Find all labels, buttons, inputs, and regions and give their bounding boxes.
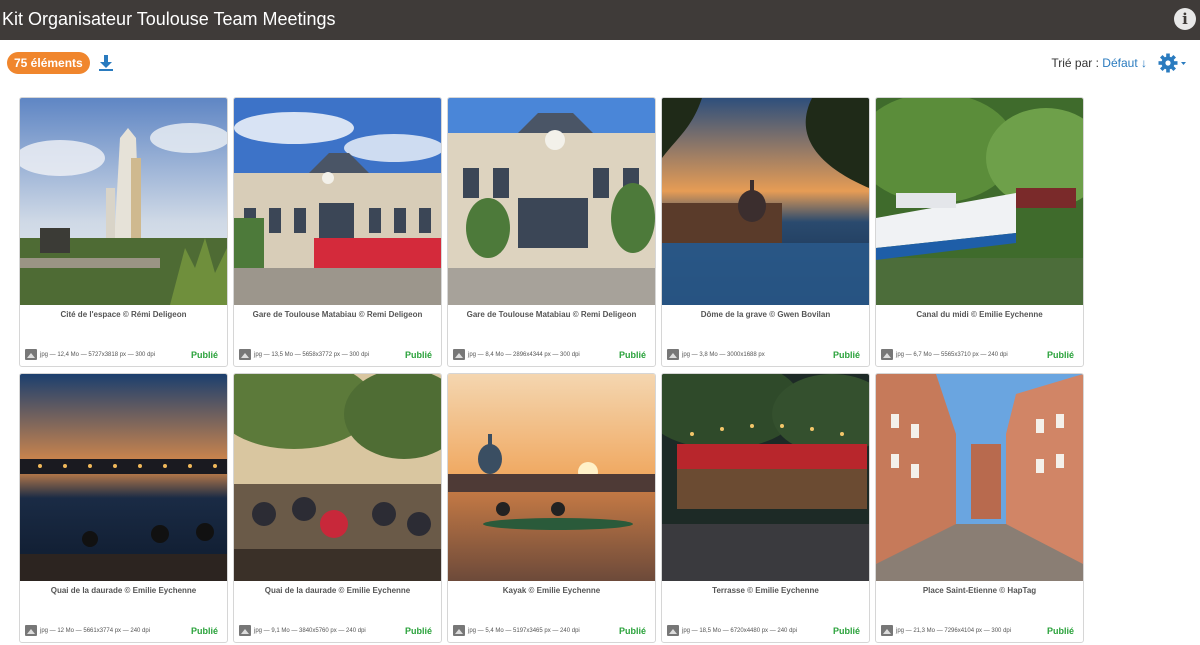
- card-caption: Place Saint-Etienne © HapTag: [922, 586, 1037, 595]
- card-meta: jpg — 12 Mo — 5661x3774 px — 240 dpi: [40, 628, 151, 634]
- status-badge: Publié: [832, 350, 860, 360]
- card-meta: jpg — 9,1 Mo — 3840x5760 px — 240 dpi: [254, 628, 366, 634]
- info-icon[interactable]: i: [1174, 8, 1196, 30]
- card-meta: jpg — 8,4 Mo — 2896x4344 px — 300 dpi: [468, 352, 580, 358]
- media-grid: Cité de l'espace © Rémi Deligeon jpg — 1…: [19, 97, 1089, 645]
- photo-thumbnail[interactable]: [20, 98, 227, 305]
- photo-thumbnail[interactable]: [662, 98, 869, 305]
- card-caption: Gare de Toulouse Matabiau © Remi Deligeo…: [466, 310, 637, 319]
- photo-thumbnail[interactable]: [876, 374, 1083, 581]
- card-meta: jpg — 13,5 Mo — 5658x3772 px — 300 dpi: [254, 352, 370, 358]
- status-badge: Publié: [190, 626, 218, 636]
- image-icon: [25, 625, 37, 636]
- media-card[interactable]: Kayak © Emilie Eychenne jpg — 5,4 Mo — 5…: [447, 373, 656, 643]
- photo-thumbnail[interactable]: [448, 98, 655, 305]
- media-card[interactable]: Gare de Toulouse Matabiau © Remi Deligeo…: [233, 97, 442, 367]
- download-icon[interactable]: [97, 54, 115, 72]
- image-icon: [453, 349, 465, 360]
- sort-value[interactable]: Défaut ↓: [1102, 56, 1147, 70]
- status-badge: Publié: [618, 350, 646, 360]
- card-meta: jpg — 21,3 Mo — 7296x4104 px — 300 dpi: [896, 628, 1012, 634]
- media-card[interactable]: Canal du midi © Emilie Eychenne jpg — 6,…: [875, 97, 1084, 367]
- image-icon: [239, 625, 251, 636]
- photo-thumbnail[interactable]: [234, 98, 441, 305]
- top-bar: Kit Organisateur Toulouse Team Meetings …: [0, 0, 1200, 40]
- status-badge: Publié: [618, 626, 646, 636]
- media-card[interactable]: Quai de la daurade © Emilie Eychenne jpg…: [19, 373, 228, 643]
- status-badge: Publié: [1046, 626, 1074, 636]
- card-meta: jpg — 5,4 Mo — 5197x3465 px — 240 dpi: [468, 628, 580, 634]
- media-card[interactable]: Quai de la daurade © Emilie Eychenne jpg…: [233, 373, 442, 643]
- card-meta: jpg — 18,5 Mo — 6720x4480 px — 240 dpi: [682, 628, 798, 634]
- image-icon: [881, 349, 893, 360]
- card-caption: Kayak © Emilie Eychenne: [502, 586, 601, 595]
- card-caption: Gare de Toulouse Matabiau © Remi Deligeo…: [252, 310, 423, 319]
- media-card[interactable]: Cité de l'espace © Rémi Deligeon jpg — 1…: [19, 97, 228, 367]
- photo-thumbnail[interactable]: [876, 98, 1083, 305]
- card-caption: Quai de la daurade © Emilie Eychenne: [264, 586, 411, 595]
- image-icon: [25, 349, 37, 360]
- card-caption: Terrasse © Emilie Eychenne: [712, 586, 819, 595]
- card-caption: Cité de l'espace © Rémi Deligeon: [60, 310, 187, 319]
- photo-thumbnail[interactable]: [234, 374, 441, 581]
- sort-label: Trié par :: [1051, 56, 1099, 70]
- media-card[interactable]: Terrasse © Emilie Eychenne jpg — 18,5 Mo…: [661, 373, 870, 643]
- card-meta: jpg — 12,4 Mo — 5727x3818 px — 300 dpi: [40, 352, 156, 358]
- status-badge: Publié: [404, 350, 432, 360]
- photo-thumbnail[interactable]: [20, 374, 227, 581]
- card-meta: jpg — 3,8 Mo — 3000x1688 px: [682, 352, 765, 358]
- photo-thumbnail[interactable]: [662, 374, 869, 581]
- gear-icon[interactable]: [1158, 53, 1188, 73]
- image-icon: [881, 625, 893, 636]
- media-card[interactable]: Gare de Toulouse Matabiau © Remi Deligeo…: [447, 97, 656, 367]
- media-card[interactable]: Dôme de la grave © Gwen Bovilan jpg — 3,…: [661, 97, 870, 367]
- card-caption: Dôme de la grave © Gwen Bovilan: [700, 310, 831, 319]
- image-icon: [239, 349, 251, 360]
- status-badge: Publié: [1046, 350, 1074, 360]
- item-count-badge: 75 éléments: [7, 52, 90, 74]
- image-icon: [667, 625, 679, 636]
- card-caption: Quai de la daurade © Emilie Eychenne: [50, 586, 197, 595]
- card-meta: jpg — 6,7 Mo — 5565x3710 px — 240 dpi: [896, 352, 1008, 358]
- status-badge: Publié: [404, 626, 432, 636]
- image-icon: [453, 625, 465, 636]
- page-title: Kit Organisateur Toulouse Team Meetings: [2, 9, 336, 29]
- image-icon: [667, 349, 679, 360]
- card-caption: Canal du midi © Emilie Eychenne: [916, 310, 1043, 319]
- status-badge: Publié: [190, 350, 218, 360]
- sort-control[interactable]: Trié par : Défaut ↓: [1051, 56, 1147, 70]
- photo-thumbnail[interactable]: [448, 374, 655, 581]
- media-card[interactable]: Place Saint-Etienne © HapTag jpg — 21,3 …: [875, 373, 1084, 643]
- status-badge: Publié: [832, 626, 860, 636]
